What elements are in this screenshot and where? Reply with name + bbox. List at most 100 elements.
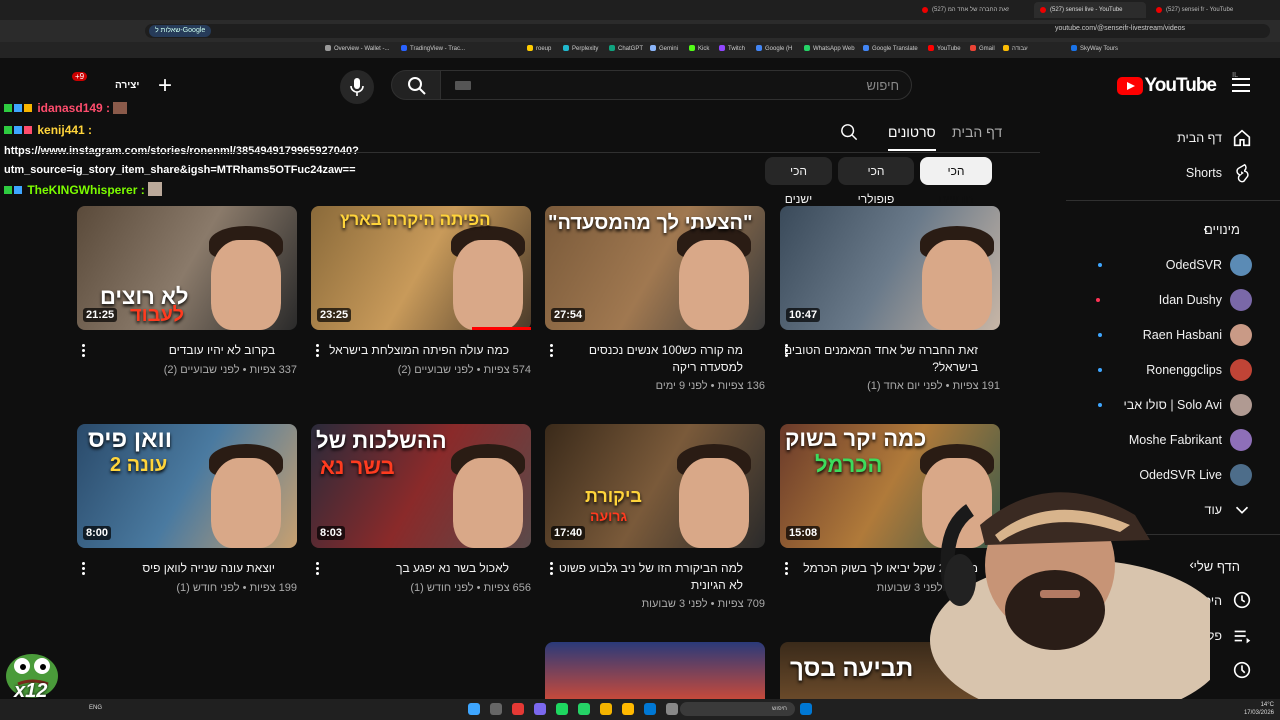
more-options-icon[interactable]: [316, 344, 319, 358]
video-title[interactable]: מה קורה כש100 אנשים נכנסים למסעדה ריקה: [545, 342, 743, 376]
video-meta: 136 צפיות • לפני 9 ימים: [655, 380, 765, 392]
more-options-icon[interactable]: [316, 562, 319, 576]
browser-tab-strip: (527) sensei fr - YouTube (527) sensei l…: [0, 0, 1280, 20]
video-duration: 10:47: [786, 308, 821, 322]
whatsapp-icon[interactable]: [578, 703, 590, 715]
video-thumbnail[interactable]: 17:40: [545, 424, 765, 548]
bookmark-item[interactable]: עבודה: [1003, 45, 1028, 52]
taskbar-language[interactable]: ENG: [89, 705, 102, 711]
chrome-icon[interactable]: [600, 703, 612, 715]
sidebar-channel[interactable]: Ronenggclips: [1146, 363, 1222, 377]
sidebar-channel[interactable]: Solo Avi | סולו אבי: [1123, 398, 1222, 412]
bookmark-item[interactable]: Perplexity: [563, 45, 598, 52]
bookmark-item[interactable]: TradingView - Trac...: [401, 45, 465, 52]
taskbar-app-icon[interactable]: [468, 703, 480, 715]
channel-avatar: [1230, 324, 1252, 346]
thumbnail-caption: גרועה: [590, 508, 628, 524]
shorts-icon[interactable]: [1231, 162, 1253, 184]
more-options-icon[interactable]: [550, 344, 553, 358]
taskbar-app-icon[interactable]: [490, 703, 502, 715]
video-thumbnail[interactable]: 21:25: [77, 206, 297, 330]
chat-username: TheKINGWhisperer :: [27, 183, 145, 197]
tab-home[interactable]: דף הבית: [952, 124, 1002, 140]
chat-emote-icon: [113, 102, 128, 114]
video-meta: 199 צפיות • לפני חודש (1): [176, 582, 297, 594]
video-age: לפני 3 שבועות: [641, 598, 708, 610]
video-title[interactable]: כמה עולה הפיתה המוצלחת בישראל: [311, 342, 509, 359]
video-title[interactable]: יוצאת עונה שנייה לוואן פיס: [77, 560, 275, 577]
sidebar-channel[interactable]: Raen Hasbani: [1143, 328, 1222, 342]
taskbar-app-icon[interactable]: [644, 703, 656, 715]
sidebar-item-home[interactable]: דף הבית: [1177, 131, 1222, 145]
taskbar-app-icon[interactable]: [534, 703, 546, 715]
create-plus-icon[interactable]: +: [158, 72, 172, 100]
video-title[interactable]: בקרוב לא יהיו עובדים: [77, 342, 275, 359]
search-button[interactable]: [391, 70, 441, 100]
video-title[interactable]: זאת החברה של אחד המאמנים הטובים בישראל?: [780, 342, 978, 376]
sidebar-subscriptions-heading[interactable]: מינויים: [1204, 222, 1240, 237]
bookmark-item[interactable]: Twitch: [719, 45, 745, 52]
more-options-icon[interactable]: [82, 562, 85, 576]
taskbar-app-icon[interactable]: [512, 703, 524, 715]
bookmark-item[interactable]: Gemini: [650, 45, 678, 52]
chip-popular[interactable]: הכי פופולרי: [838, 157, 914, 206]
logo-text: YouTube: [1144, 75, 1217, 96]
more-options-icon[interactable]: [550, 562, 553, 576]
keyboard-icon[interactable]: [455, 81, 471, 90]
omnibox[interactable]: שאלות ל-Google youtube.com/@senseifr-liv…: [145, 24, 1270, 38]
youtube-logo[interactable]: YouTube: [1116, 75, 1217, 96]
bookmark-item[interactable]: Gmail: [970, 45, 995, 52]
google-ask-chip[interactable]: שאלות ל-Google: [149, 25, 212, 37]
bookmark-item[interactable]: YouTube: [928, 45, 961, 52]
search-placeholder: חיפוש: [866, 78, 899, 93]
taskbar-app-icon[interactable]: [666, 703, 678, 715]
video-duration: 27:54: [551, 308, 586, 322]
bookmark-item[interactable]: Google (H: [756, 45, 792, 52]
bookmark-item[interactable]: Google Translate: [863, 45, 918, 52]
youtube-header: YouTube IL חיפוש: [0, 58, 1280, 114]
thumb-face: [211, 240, 281, 330]
voice-search-button[interactable]: [340, 70, 374, 104]
menu-icon[interactable]: [1232, 78, 1250, 92]
bookmark-item[interactable]: Kick: [689, 45, 709, 52]
chat-badge-icon: [14, 186, 22, 194]
video-thumbnail[interactable]: 10:47: [780, 206, 1000, 330]
bookmark-item[interactable]: ChatGPT: [609, 45, 643, 52]
video-views: 574 צפיות: [483, 364, 531, 376]
bookmark-item[interactable]: Overview - Wallet -...: [325, 45, 389, 52]
file-explorer-icon[interactable]: [622, 703, 634, 715]
chip-newest[interactable]: הכי חדשים: [920, 157, 992, 206]
video-meta: 656 צפיות • לפני חודש (1): [410, 582, 531, 594]
sidebar-channel[interactable]: Idan Dushy: [1159, 293, 1222, 307]
chat-badge-icon: [14, 126, 22, 134]
bookmark-item[interactable]: roeup: [527, 45, 551, 52]
browser-tab[interactable]: (527) sensei fr - YouTube: [1150, 2, 1260, 18]
video-title[interactable]: למה הביקורת הזו של ניב גלבוע פשוט לא הגי…: [545, 560, 743, 594]
browser-tab[interactable]: (527) זאת החברה של אחד המ: [916, 2, 1030, 18]
channel-search-icon[interactable]: [840, 123, 858, 141]
more-options-icon[interactable]: [82, 344, 85, 358]
browser-tab-active[interactable]: (527) sensei live - YouTube: [1034, 2, 1146, 18]
more-options-icon[interactable]: [785, 344, 788, 358]
sidebar-channel[interactable]: OdedSVR: [1166, 258, 1222, 272]
chip-oldest[interactable]: הכי ישנים: [765, 157, 832, 206]
sidebar-channel[interactable]: Moshe Fabrikant: [1129, 433, 1222, 447]
more-options-icon[interactable]: [785, 562, 788, 576]
spotify-icon[interactable]: [556, 703, 568, 715]
windows-start-icon[interactable]: [800, 703, 812, 715]
search-input[interactable]: חיפוש: [440, 70, 912, 100]
bookmark-item[interactable]: WhatsApp Web: [804, 45, 855, 52]
taskbar-search[interactable]: חיפוש: [680, 702, 795, 716]
video-thumbnail[interactable]: [545, 642, 765, 700]
tab-videos[interactable]: סרטונים: [888, 124, 936, 151]
video-views: 656 צפיות: [483, 582, 531, 594]
home-icon[interactable]: [1231, 127, 1253, 149]
playlist-icon[interactable]: [1231, 625, 1253, 647]
chevron-down-icon[interactable]: [1231, 499, 1253, 521]
history-icon[interactable]: [1231, 589, 1253, 611]
url-text[interactable]: youtube.com/@senseifr-livestream/videos: [1055, 25, 1185, 32]
watch-later-icon[interactable]: [1231, 659, 1253, 681]
bookmark-item[interactable]: SkyWay Tours: [1071, 45, 1118, 52]
video-title[interactable]: לאכול בשר נא יפגע בך: [311, 560, 509, 577]
sidebar-item-shorts[interactable]: Shorts: [1186, 166, 1222, 180]
